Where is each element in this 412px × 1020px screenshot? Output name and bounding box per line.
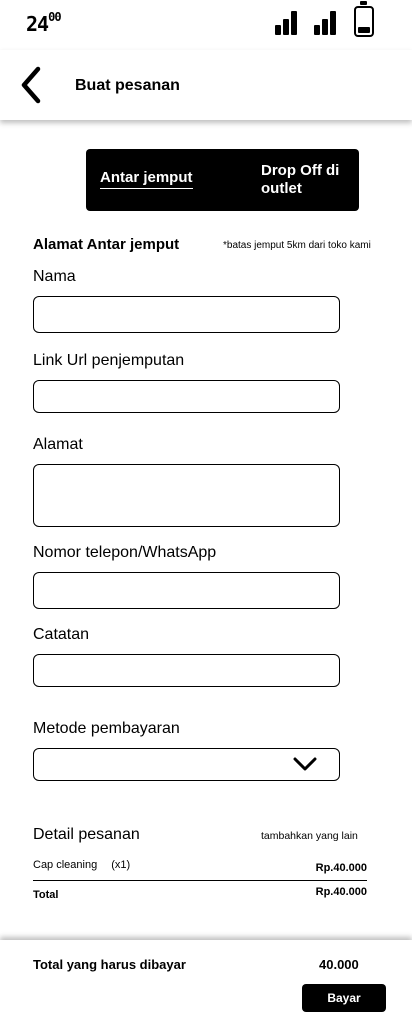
signal-icon	[275, 9, 301, 35]
section-title: Alamat Antar jemput	[33, 236, 180, 253]
clock-minutes: 00	[48, 10, 61, 24]
grand-total-value: 40.000	[319, 957, 359, 972]
address-field[interactable]	[33, 464, 340, 527]
list-item: Cap cleaning (x1) Rp.40.000	[33, 859, 367, 881]
grand-total-label: Total yang harus dibayar	[33, 957, 186, 972]
total-label: Total	[33, 889, 59, 901]
name-field[interactable]	[33, 296, 340, 333]
back-arrow-icon[interactable]	[18, 66, 48, 104]
pickup-limit-note: *batas jemput 5km dari toko kami	[223, 240, 371, 251]
order-detail-title: Detail pesanan	[33, 826, 140, 843]
app-header: Buat pesanan	[0, 50, 412, 120]
payment-method-select[interactable]	[33, 748, 340, 781]
address-label: Alamat	[33, 436, 83, 453]
status-bar: 2400	[0, 0, 412, 50]
item-quantity: (x1)	[111, 859, 131, 871]
notes-label: Catatan	[33, 626, 90, 643]
clock: 2400	[26, 10, 62, 36]
order-total-row: Total Rp.40.000	[33, 884, 367, 904]
name-label: Nama	[33, 268, 76, 285]
payment-label: Metode pembayaran	[33, 720, 180, 737]
pickup-url-field[interactable]	[33, 380, 340, 413]
tab-drop-off[interactable]: Drop Off di outlet	[261, 162, 341, 198]
item-name-wrap: Cap cleaning (x1)	[33, 859, 130, 871]
chevron-down-icon[interactable]	[292, 754, 318, 774]
total-value: Rp.40.000	[315, 886, 367, 898]
item-price: Rp.40.000	[315, 862, 367, 874]
tab-antar-jemput[interactable]: Antar jemput	[100, 169, 193, 189]
phone-label: Nomor telepon/WhatsApp	[33, 544, 217, 561]
clock-hours: 24	[26, 12, 49, 36]
add-more-link[interactable]: tambahkan yang lain	[261, 830, 358, 842]
signal-icon	[314, 9, 340, 35]
battery-icon	[354, 1, 374, 37]
item-name: Cap cleaning	[33, 859, 98, 871]
phone-field[interactable]	[33, 572, 340, 609]
notes-field[interactable]	[33, 654, 340, 687]
delivery-method-toggle: Antar jemput Drop Off di outlet	[86, 149, 359, 211]
url-label: Link Url penjemputan	[33, 352, 185, 369]
pay-button[interactable]: Bayar	[302, 984, 386, 1012]
checkout-bar: Total yang harus dibayar 40.000 Bayar	[0, 940, 412, 1020]
page-title: Buat pesanan	[75, 77, 180, 94]
